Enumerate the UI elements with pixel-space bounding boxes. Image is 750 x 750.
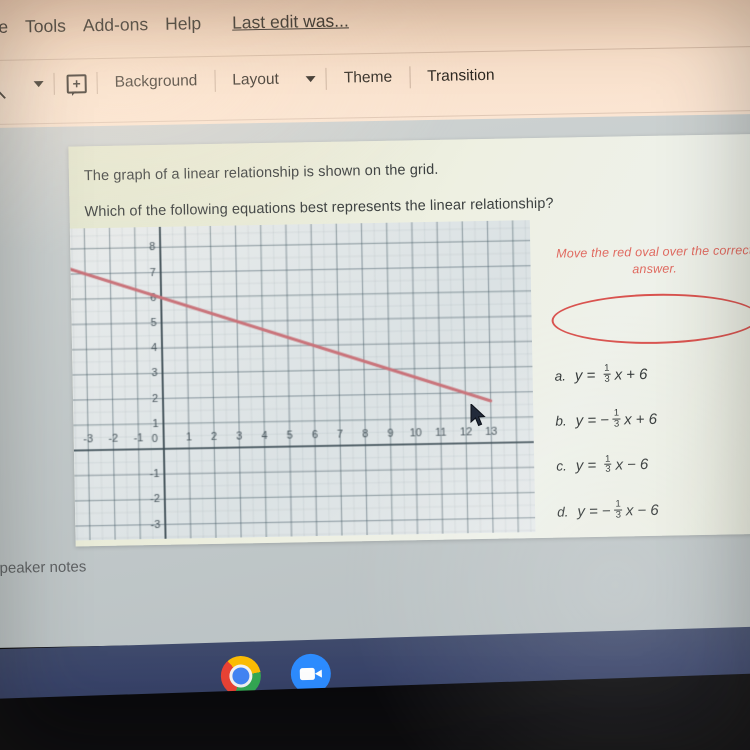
eq-lhs: y = — [575, 457, 597, 475]
choice-equation-d: y = − 1 3 x − 6 — [577, 498, 659, 522]
red-oval-shape[interactable] — [551, 291, 750, 346]
eq-tail: − 6 — [626, 456, 649, 474]
fraction-numerator: 1 — [605, 453, 611, 465]
choice-equation-a: y = 1 3 x + 6 — [574, 362, 648, 386]
eq-variable: x — [614, 366, 623, 384]
fraction-numerator: 1 — [615, 498, 621, 510]
coordinate-graph — [68, 220, 536, 541]
editor-canvas: The graph of a linear relationship is sh… — [0, 113, 750, 648]
choice-label-c: c. — [556, 458, 567, 475]
menu-item-addons[interactable]: Add-ons — [83, 14, 149, 36]
fraction: 1 3 — [614, 498, 623, 521]
fraction-denominator: 3 — [612, 418, 621, 430]
eq-variable: x — [615, 456, 624, 475]
app-chrome: VKTS- Task 1 0-4..... ge Tools Add-ons H… — [0, 0, 750, 134]
eq-tail: − 6 — [637, 501, 659, 520]
divider — [53, 72, 55, 95]
mouse-cursor — [470, 404, 486, 427]
slide[interactable]: The graph of a linear relationship is sh… — [68, 133, 750, 547]
menu-item-help[interactable]: Help — [165, 13, 201, 35]
answer-choice-c[interactable]: c. y = 1 3 x − 6 — [556, 452, 750, 476]
eq-lhs: y = — [574, 366, 596, 385]
eq-sign: − — [600, 411, 610, 429]
fraction-denominator: 3 — [604, 464, 612, 476]
layout-chevron-down-icon[interactable] — [305, 76, 316, 83]
toolbar: Background Layout Theme Transition — [0, 64, 512, 96]
choice-equation-b: y = − 1 3 x + 6 — [575, 407, 658, 431]
fraction-numerator: 1 — [613, 407, 620, 419]
fraction-denominator: 3 — [603, 373, 611, 385]
theme-button[interactable]: Theme — [327, 68, 410, 88]
fraction: 1 3 — [612, 407, 621, 430]
background-button[interactable]: Background — [97, 72, 214, 92]
document-title[interactable]: VKTS- Task 1 0-4..... — [0, 0, 181, 2]
choice-label-a: a. — [554, 368, 567, 384]
eq-sign: − — [601, 502, 611, 520]
hint-text: Move the red oval over the correct answe… — [556, 243, 750, 277]
eq-variable: x — [624, 411, 632, 429]
chevron-down-icon[interactable] — [33, 81, 44, 88]
answer-choices: a. y = 1 3 x + 6 b. y = − 1 3 x + 6 c. y… — [554, 362, 750, 547]
choice-label-b: b. — [555, 413, 567, 429]
choice-label-d: d. — [556, 504, 569, 520]
choice-equation-c: y = 1 3 x − 6 — [575, 453, 649, 477]
eq-tail: + 6 — [625, 365, 648, 384]
eq-lhs: y = — [577, 502, 598, 521]
speaker-notes-placeholder[interactable]: speaker notes — [0, 558, 86, 577]
graph-canvas — [68, 220, 536, 541]
menu-item-page[interactable]: ge — [0, 17, 8, 38]
menu-item-tools[interactable]: Tools — [25, 16, 66, 38]
eq-tail: + 6 — [635, 410, 658, 429]
menu-bar: ge Tools Add-ons Help Last edit was... — [0, 10, 349, 38]
eq-lhs: y = — [575, 412, 597, 430]
question-line-2: Which of the following equations best re… — [84, 195, 554, 221]
last-edit-link[interactable]: Last edit was... — [232, 10, 349, 33]
eq-variable: x — [625, 502, 634, 520]
fraction-numerator: 1 — [604, 362, 610, 374]
answer-choice-a[interactable]: a. y = 1 3 x + 6 — [554, 362, 750, 386]
fraction: 1 3 — [604, 453, 612, 476]
transition-button[interactable]: Transition — [410, 66, 512, 86]
line-tool-icon[interactable] — [0, 74, 18, 96]
question-line-1: The graph of a linear relationship is sh… — [83, 161, 439, 185]
fraction-denominator: 3 — [614, 509, 623, 521]
answer-choice-b[interactable]: b. y = − 1 3 x + 6 — [555, 407, 750, 431]
fraction: 1 3 — [603, 362, 611, 385]
divider — [0, 45, 750, 61]
answer-choice-d[interactable]: d. y = − 1 3 x − 6 — [557, 498, 750, 522]
layout-button[interactable]: Layout — [215, 70, 296, 89]
add-comment-icon[interactable] — [66, 73, 87, 94]
photographed-screen: VKTS- Task 1 0-4..... ge Tools Add-ons H… — [0, 0, 750, 750]
